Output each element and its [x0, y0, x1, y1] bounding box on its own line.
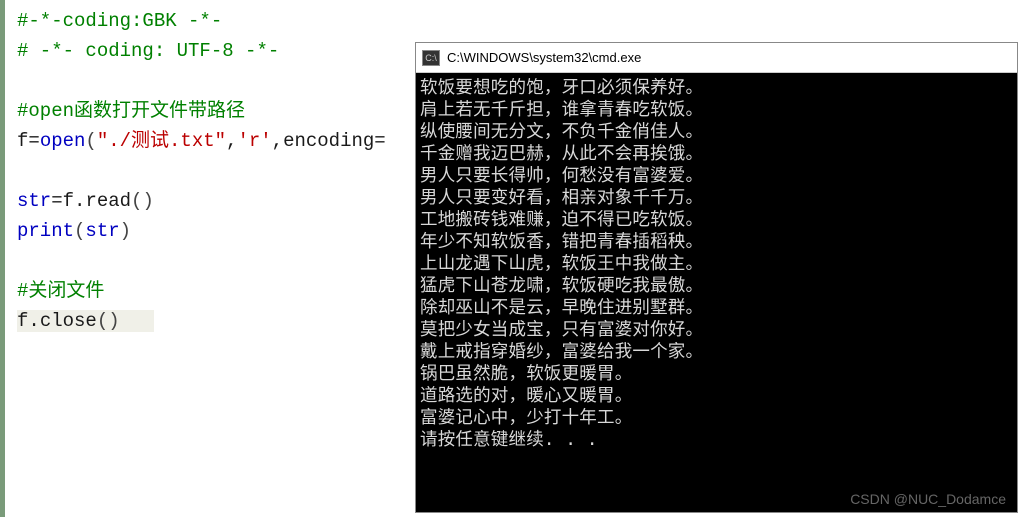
string-literal: 'r': [237, 130, 271, 152]
comment-line: # -*- coding: UTF-8 -*-: [17, 40, 279, 62]
cmd-window[interactable]: C:\ C:\WINDOWS\system32\cmd.exe 软饭要想吃的饱，…: [415, 42, 1018, 513]
comment-line: #open函数打开文件带路径: [17, 100, 245, 122]
comma: ,: [226, 130, 237, 152]
paren: (): [131, 190, 154, 212]
comment-line: #-*-coding:GBK -*-: [17, 10, 222, 32]
code-token: f.: [17, 310, 40, 332]
cmd-window-title: C:\WINDOWS\system32\cmd.exe: [447, 50, 641, 65]
comment-line: #关闭文件: [17, 280, 104, 302]
paren: (: [85, 130, 96, 152]
builtin-func: open: [40, 130, 86, 152]
builtin-func: print: [17, 220, 74, 242]
var-name: str: [17, 190, 51, 212]
paren: (: [74, 220, 85, 242]
code-token: =: [28, 130, 39, 152]
cmd-icon: C:\: [422, 50, 440, 66]
code-token: f: [17, 130, 28, 152]
string-literal: "./测试.txt": [97, 130, 226, 152]
paren: (): [97, 310, 120, 332]
var-name: str: [85, 220, 119, 242]
method-name: read: [85, 190, 131, 212]
code-token: =f.: [51, 190, 85, 212]
method-name: close: [40, 310, 97, 332]
cmd-output[interactable]: 软饭要想吃的饱，牙口必须保养好。 肩上若无千斤担，谁拿青春吃软饭。 纵使腰间无分…: [416, 73, 1017, 512]
comma: ,: [272, 130, 283, 152]
cmd-title-bar[interactable]: C:\ C:\WINDOWS\system32\cmd.exe: [416, 43, 1017, 73]
watermark-text: CSDN @NUC_Dodamce: [850, 491, 1006, 507]
paren: ): [120, 220, 131, 242]
kwarg: encoding: [283, 130, 374, 152]
code-token: =: [374, 130, 385, 152]
